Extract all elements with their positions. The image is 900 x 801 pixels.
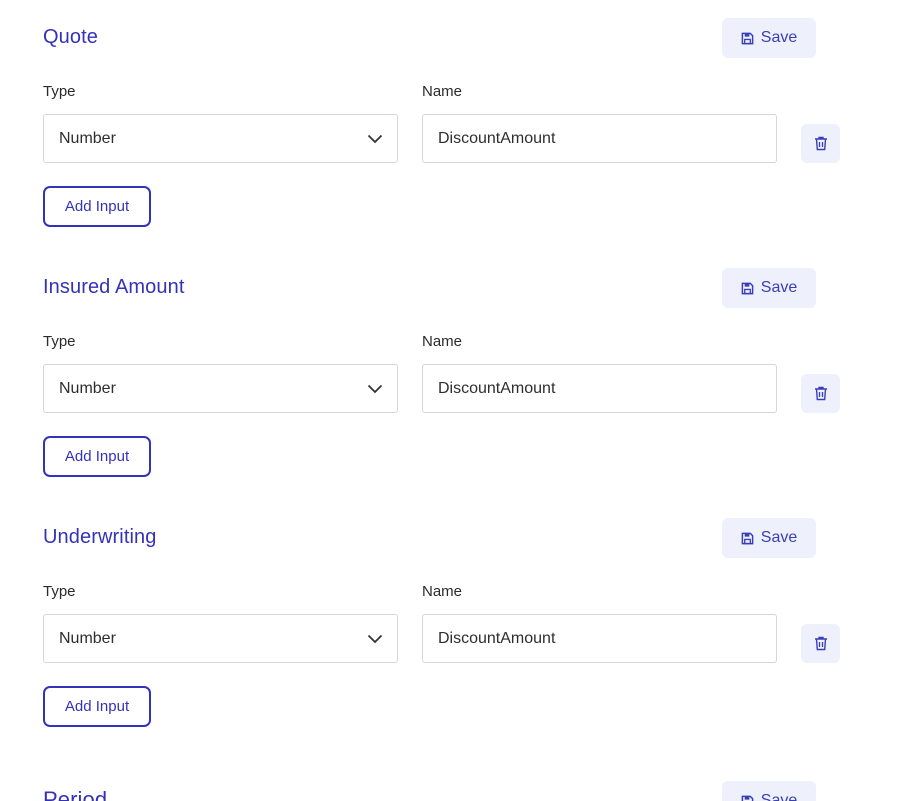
type-label: Type — [43, 333, 76, 350]
name-input[interactable] — [422, 364, 777, 413]
name-input[interactable] — [422, 614, 777, 663]
save-icon — [741, 32, 754, 44]
save-label: Save — [760, 279, 798, 296]
trash-icon — [814, 386, 827, 401]
save-label: Save — [760, 29, 798, 46]
section-insured-amount: Insured Amount Save Type Name Number Add… — [0, 250, 900, 500]
delete-button[interactable] — [801, 624, 840, 663]
trash-icon — [814, 136, 827, 151]
save-icon — [741, 282, 754, 294]
name-label: Name — [422, 583, 463, 600]
type-select[interactable]: Number — [43, 614, 398, 663]
type-select-value: Number — [59, 129, 116, 147]
add-input-button[interactable]: Add Input — [43, 686, 151, 727]
chevron-down-icon — [367, 634, 383, 643]
type-label: Type — [43, 83, 76, 100]
section-title: Underwriting — [43, 526, 157, 548]
save-button[interactable]: Save — [722, 18, 816, 58]
name-label: Name — [422, 333, 463, 350]
save-icon — [741, 795, 754, 801]
section-title: Quote — [43, 26, 98, 48]
section-quote: Quote Save Type Name Number Add Input — [0, 0, 900, 250]
type-select[interactable]: Number — [43, 364, 398, 413]
delete-button[interactable] — [801, 124, 840, 163]
type-select-value: Number — [59, 629, 116, 647]
type-select-value: Number — [59, 379, 116, 397]
chevron-down-icon — [367, 384, 383, 393]
save-label: Save — [760, 529, 798, 546]
section-period: Period Save — [0, 763, 900, 801]
section-title: Period — [43, 787, 108, 801]
section-title: Insured Amount — [43, 276, 185, 298]
save-icon — [741, 532, 754, 544]
add-input-button[interactable]: Add Input — [43, 186, 151, 227]
delete-button[interactable] — [801, 374, 840, 413]
section-underwriting: Underwriting Save Type Name Number Add I… — [0, 500, 900, 750]
name-input[interactable] — [422, 114, 777, 163]
chevron-down-icon — [367, 134, 383, 143]
save-label: Save — [760, 792, 798, 801]
trash-icon — [814, 636, 827, 651]
save-button[interactable]: Save — [722, 781, 816, 801]
type-label: Type — [43, 583, 76, 600]
name-label: Name — [422, 83, 463, 100]
save-button[interactable]: Save — [722, 518, 816, 558]
type-select[interactable]: Number — [43, 114, 398, 163]
add-input-button[interactable]: Add Input — [43, 436, 151, 477]
save-button[interactable]: Save — [722, 268, 816, 308]
